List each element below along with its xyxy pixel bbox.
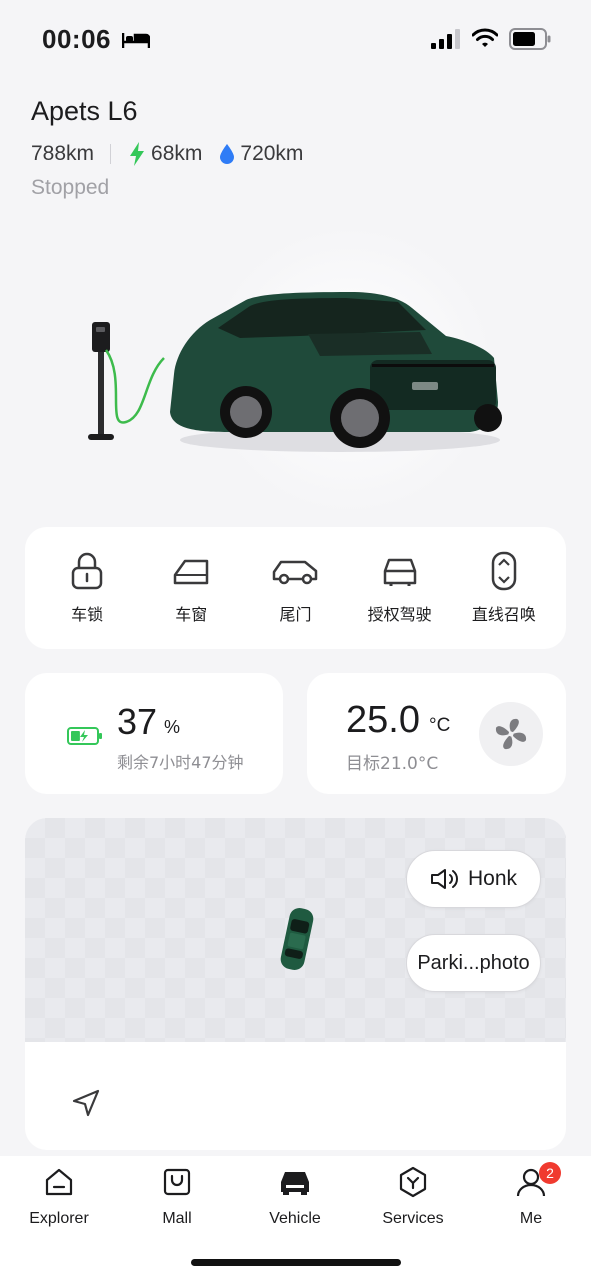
nav-me-label: Me: [519, 1210, 543, 1227]
control-authorized-drive-label: 授权驾驶: [367, 605, 432, 624]
range-row: 788km 68km 720km: [31, 139, 321, 169]
control-authorized-drive[interactable]: 授权驾驶: [350, 551, 450, 625]
status-bar: 00:06: [0, 0, 591, 80]
control-lock-label: 车锁: [71, 605, 104, 624]
map-view[interactable]: Honk Parki...photo: [25, 818, 566, 1042]
cabin-temperature: 25.0: [346, 699, 420, 741]
explorer-icon: [45, 1168, 73, 1196]
nav-me[interactable]: 2 Me: [481, 1162, 581, 1228]
lightning-icon: [130, 142, 145, 166]
notification-badge: 2: [539, 1162, 561, 1184]
range-total: 788km: [31, 142, 95, 165]
speaker-icon: [430, 869, 458, 889]
status-time: 00:06: [42, 24, 111, 54]
battery-card[interactable]: 37 % 剩余7小时47分钟: [25, 673, 283, 794]
nav-services-label: Services: [382, 1210, 444, 1227]
control-window[interactable]: 车窗: [141, 551, 241, 625]
mall-icon: [163, 1168, 191, 1196]
vehicle-image: [170, 292, 502, 452]
range-fuel-value: 720km: [240, 142, 304, 165]
fuel-drop-icon: [220, 144, 235, 164]
control-straight-summon[interactable]: 直线召唤: [454, 551, 554, 625]
control-tailgate[interactable]: 尾门: [245, 551, 345, 625]
honk-label: Honk: [467, 867, 518, 890]
fan-icon: [495, 718, 527, 750]
map-card: Honk Parki...photo: [25, 818, 566, 1150]
temperature-unit: °C: [429, 715, 451, 736]
services-icon: [399, 1166, 427, 1198]
quick-controls-card: 车锁 车窗 尾门 授权驾驶 直线召唤: [25, 527, 566, 649]
control-lock[interactable]: 车锁: [37, 551, 137, 625]
battery-percent: 37: [117, 701, 158, 742]
range-fuel: 720km: [220, 142, 303, 166]
vehicle-hero: [80, 230, 520, 510]
nav-explorer[interactable]: Explorer: [9, 1164, 109, 1228]
nav-services[interactable]: Services: [363, 1164, 463, 1228]
wifi-icon: [471, 27, 499, 54]
window-icon: [174, 559, 209, 585]
tailgate-icon: [273, 560, 318, 585]
bed-icon: [121, 30, 151, 55]
battery-icon: [509, 28, 551, 55]
home-indicator: [191, 1259, 401, 1266]
charge-remaining-time: 剩余7小时47分钟: [117, 753, 244, 772]
charging-battery-icon: [67, 727, 102, 745]
straight-summon-icon: [491, 551, 517, 591]
nav-explorer-label: Explorer: [29, 1210, 89, 1227]
parking-photo-label: Parki...photo: [417, 951, 530, 974]
honk-button[interactable]: Honk: [406, 850, 541, 908]
authorized-drive-icon: [383, 558, 416, 586]
nav-mall[interactable]: Mall: [127, 1164, 227, 1228]
fan-button[interactable]: [479, 702, 543, 766]
range-electric: 68km: [129, 142, 202, 166]
control-tailgate-label: 尾门: [279, 605, 312, 624]
vehicle-name: Apets L6: [31, 96, 138, 126]
vehicle-status: Stopped: [31, 176, 110, 199]
lock-icon: [71, 552, 103, 590]
vehicle-icon: [281, 1172, 309, 1195]
control-straight-summon-label: 直线召唤: [471, 605, 536, 624]
parking-photo-button[interactable]: Parki...photo: [406, 934, 541, 992]
range-divider: [110, 144, 112, 164]
signal-icon: [431, 29, 463, 54]
target-temperature: 目标21.0°C: [346, 754, 439, 774]
battery-unit: %: [164, 717, 181, 737]
nav-vehicle-label: Vehicle: [269, 1210, 321, 1227]
navigate-button[interactable]: [69, 1086, 103, 1120]
nav-vehicle[interactable]: Vehicle: [245, 1164, 345, 1228]
range-electric-value: 68km: [151, 142, 203, 165]
nav-mall-label: Mall: [162, 1210, 192, 1227]
navigation-arrow-icon: [72, 1089, 100, 1117]
map-vehicle-marker: [280, 908, 314, 970]
climate-card[interactable]: 25.0 °C 目标21.0°C: [307, 673, 566, 794]
control-window-label: 车窗: [175, 605, 208, 624]
